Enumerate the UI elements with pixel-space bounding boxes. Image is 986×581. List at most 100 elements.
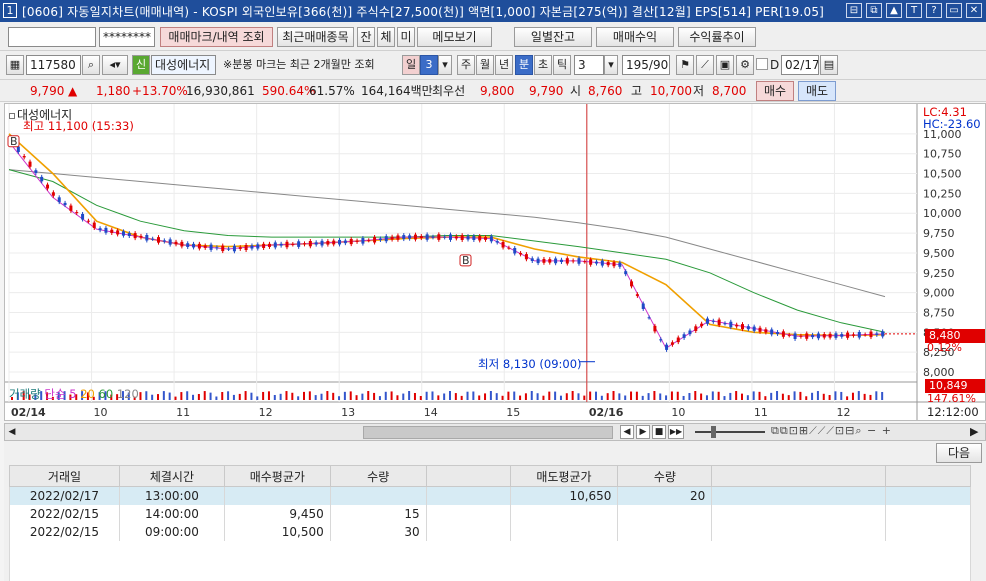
prev-icon[interactable]: ◀ (620, 425, 634, 439)
trade-profit-button[interactable]: 매매수익 (596, 27, 674, 47)
profit-trend-button[interactable]: 수익률추이 (678, 27, 756, 47)
cell: 10,650 (509, 486, 619, 505)
period-value-display[interactable]: 3 (420, 55, 438, 75)
table-row[interactable]: 2022/02/15 14:00:00 9,450 15 (9, 504, 971, 523)
minimize-icon[interactable]: ⊟ (846, 3, 862, 18)
volume-bar (332, 392, 335, 400)
price-chart[interactable]: 11,000 10,750 10,500 10,250 10,000 9,750 9,500… (4, 103, 986, 421)
calendar-icon[interactable]: ▤ (820, 55, 838, 75)
fast-forward-icon[interactable]: ▶▶ (668, 425, 684, 439)
font-icon[interactable]: T (906, 3, 922, 18)
volume-bar (285, 391, 288, 400)
interval-select[interactable]: 3 (574, 55, 604, 75)
next-page-button[interactable]: 다음 (936, 443, 982, 463)
zoom-slider-handle[interactable] (711, 426, 716, 438)
memo-button[interactable]: 메모보기 (417, 27, 492, 47)
chart-canvas[interactable]: 11,00010,75010,50010,25010,0009,7509,500… (5, 104, 985, 420)
trade-amount: 164,164백만 (361, 84, 433, 98)
candle-body (221, 245, 225, 252)
candle-body (279, 243, 283, 246)
zoom-slider[interactable] (695, 431, 765, 433)
volume-bar (151, 394, 154, 400)
restore-icon[interactable]: ⧉ (866, 3, 882, 18)
interval-dropdown-icon[interactable]: ▾ (604, 55, 618, 75)
volume-bar (238, 393, 241, 400)
scroll-left-icon[interactable]: ◀ (6, 426, 18, 439)
close-icon[interactable]: ✕ (966, 3, 982, 18)
candle-body (86, 220, 90, 222)
tool-icon-1[interactable]: ⚑ (676, 55, 694, 75)
volume-bar (583, 395, 586, 400)
maximize-icon[interactable]: ▭ (946, 3, 962, 18)
account-input[interactable] (8, 27, 96, 47)
candle-body (244, 245, 248, 250)
gear-icon[interactable]: ⚙ (736, 55, 754, 75)
period-month-button[interactable]: 월 (476, 55, 494, 75)
sound-icon[interactable]: ◂▾ (102, 55, 128, 75)
count-display[interactable]: 195/900 (622, 55, 670, 75)
period-week-button[interactable]: 주 (457, 55, 475, 75)
recent-trades-button[interactable]: 최근매매종목 (277, 27, 354, 47)
password-input[interactable]: ******** (99, 27, 155, 47)
cell (509, 522, 619, 541)
y-tick-label: 9,250 (923, 267, 955, 280)
candle-body (133, 233, 137, 239)
period-year-button[interactable]: 년 (495, 55, 513, 75)
chevron-down-icon[interactable]: ▾ (438, 55, 452, 75)
volume-bar (781, 393, 784, 400)
candle-body (612, 262, 616, 267)
unexecuted-button[interactable]: 미 (397, 27, 415, 47)
pin-icon[interactable]: ▲ (886, 3, 902, 18)
scroll-thumb[interactable] (363, 426, 613, 439)
help-icon[interactable]: ? (926, 3, 942, 18)
candle-body (489, 236, 493, 242)
buy-button[interactable]: 매수 (756, 81, 794, 101)
volume-bar (688, 393, 691, 400)
volume-bar (764, 396, 767, 400)
volume-bar (530, 391, 533, 400)
sell-button[interactable]: 매도 (798, 81, 836, 101)
period-second-button[interactable]: 초 (534, 55, 552, 75)
x-tick-label: 15 (506, 406, 520, 419)
volume-bar (460, 395, 463, 400)
candle-body (297, 241, 301, 247)
stock-code-input[interactable]: 117580 (26, 55, 81, 75)
candle-body (92, 222, 96, 228)
volume-tag: 10,849 (925, 379, 985, 393)
play-icon[interactable]: ▶ (636, 425, 650, 439)
period-tick-button[interactable]: 틱 (553, 55, 571, 75)
period-minute-button[interactable]: 분 (515, 55, 533, 75)
chart-type-icon[interactable]: ▦ (6, 55, 24, 75)
date-input[interactable]: 02/17 (781, 55, 819, 75)
volume-bar (834, 391, 837, 400)
executed-button[interactable]: 체 (377, 27, 395, 47)
cell (425, 504, 511, 523)
chart-toolbar: ▦ 117580 ⌕ ◂▾ 신 대성에너지 ※분봉 마크는 최근 2개월만 조회… (0, 51, 986, 80)
candle-body (227, 248, 231, 250)
daily-balance-button[interactable]: 일별잔고 (514, 27, 592, 47)
chart-scrollbar[interactable]: ◀ ◀ ▶ ■ ▶▶ ⧉⧉⊡⊞⟋⟋⟋⊡⊟⌕ − + ▶ (4, 423, 986, 441)
table-filler (9, 540, 971, 581)
time-label: 12:12:00 (927, 405, 979, 419)
open-price: 8,760 (588, 84, 623, 98)
date-checkbox[interactable] (756, 58, 768, 70)
search-icon[interactable]: ⌕ (82, 55, 100, 75)
col-exec-time: 체결시간 (118, 465, 225, 487)
table-row[interactable]: 2022/02/15 09:00:00 10,500 30 (9, 522, 971, 541)
candle-body (373, 237, 377, 243)
candle-body (682, 334, 686, 338)
save-icon[interactable]: ▣ (716, 55, 734, 75)
current-pct-label: 0.12% (927, 341, 962, 354)
volume-bar (227, 391, 230, 400)
cell: 2022/02/15 (9, 504, 120, 523)
balance-button[interactable]: 잔 (357, 27, 375, 47)
table-row[interactable]: 2022/02/17 13:00:00 10,650 20 (9, 486, 971, 505)
volume-bar (828, 395, 831, 400)
chart-tool-icons[interactable]: ⧉⧉⊡⊞⟋⟋⟋⊡⊟⌕ − + (771, 424, 892, 438)
line-tool-icon[interactable]: ⟋ (696, 55, 714, 75)
trade-mark-query-button[interactable]: 매매마크/내역 조회 (160, 27, 273, 47)
scroll-right-icon[interactable]: ▶ (970, 425, 978, 438)
period-day-button[interactable]: 일 (402, 55, 420, 75)
stop-icon[interactable]: ■ (652, 425, 666, 439)
candle-body (332, 240, 336, 245)
